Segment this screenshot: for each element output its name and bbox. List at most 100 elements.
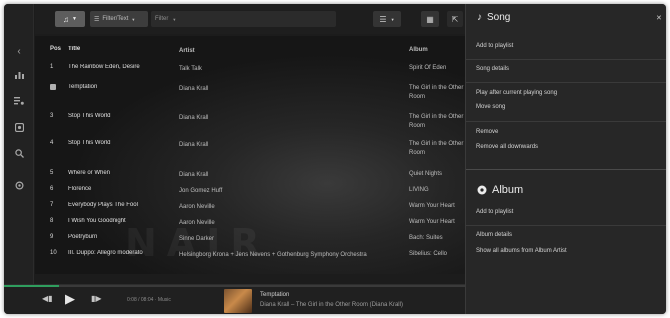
now-playing-icon bbox=[50, 84, 64, 92]
menu-item-add-album-to-playlist[interactable]: Add to playlist bbox=[476, 209, 513, 215]
menu-item-remove[interactable]: Remove bbox=[476, 129, 498, 135]
row-artist: Aaron Neville bbox=[179, 220, 215, 226]
filter-icon: ☰ bbox=[94, 16, 100, 23]
filter-chip[interactable]: ☰ Filter/Text ▼ bbox=[90, 11, 148, 27]
context-menu-panel: ♪ Song ✕ Add to playlist Song details Pl… bbox=[465, 4, 666, 314]
row-album: Warm Your Heart bbox=[409, 219, 455, 225]
expand-icon: ⇱ bbox=[451, 14, 459, 24]
album-cover[interactable] bbox=[224, 289, 252, 313]
progress-fill bbox=[4, 285, 60, 287]
chevron-down-icon: ▼ bbox=[172, 16, 177, 22]
menu-item-show-all-albums[interactable]: Show all albums from Album Artist bbox=[476, 248, 567, 254]
menu-button[interactable]: ♫ ▼ bbox=[55, 11, 85, 27]
chart-icon[interactable] bbox=[4, 66, 34, 84]
columns-icon: ▦ bbox=[426, 14, 434, 24]
album-section-header: Album bbox=[477, 184, 523, 196]
expand-button[interactable]: ⇱ bbox=[447, 11, 463, 27]
close-icon[interactable]: ✕ bbox=[656, 14, 662, 22]
filter-chip-label: Filter/Text bbox=[102, 16, 129, 22]
divider bbox=[466, 121, 666, 122]
row-title: Florence bbox=[68, 186, 92, 192]
song-section-header: ♪ Song bbox=[477, 12, 510, 23]
row-title: Where or When bbox=[68, 170, 111, 176]
row-album: The Girl in the Other Room bbox=[409, 114, 464, 129]
menu-item-remove-all-downwards[interactable]: Remove all downwards bbox=[476, 144, 538, 150]
column-header-artist[interactable]: Artist bbox=[179, 46, 399, 57]
library-icon[interactable] bbox=[4, 118, 34, 136]
track-table: NAIR Pos Title Artist Album 1 The Rainbo… bbox=[35, 36, 465, 274]
row-title: Temptation bbox=[68, 84, 98, 90]
play-icon[interactable]: ▶ bbox=[65, 291, 75, 307]
row-title: Stop This World bbox=[68, 140, 111, 146]
search-input[interactable]: Filter ▼ bbox=[151, 11, 336, 27]
column-header-album[interactable]: Album bbox=[409, 46, 465, 55]
row-pos: 8 bbox=[50, 218, 54, 224]
column-header-title[interactable]: Title bbox=[68, 46, 173, 52]
row-album: LIVING bbox=[409, 187, 429, 193]
row-pos: 9 bbox=[50, 234, 54, 240]
row-title: III. Duppo: Allegro moderato bbox=[68, 250, 143, 256]
row-pos: 5 bbox=[50, 170, 54, 176]
row-album: Sibelius: Cello bbox=[409, 251, 448, 257]
row-title: Everybody Plays The Fool bbox=[68, 202, 138, 208]
row-artist: Diana Krall bbox=[179, 86, 209, 92]
skip-back-icon[interactable]: ◀▮ bbox=[42, 294, 53, 303]
back-arrow-icon[interactable]: ‹ bbox=[4, 42, 34, 60]
table-header: Pos Title Artist Album bbox=[35, 46, 465, 56]
chevron-down-icon: ▼ bbox=[390, 16, 395, 22]
menu-item-move-song[interactable]: Move song bbox=[476, 104, 505, 110]
now-playing-title: Temptation bbox=[260, 292, 290, 298]
row-album: Warm Your Heart bbox=[409, 203, 455, 209]
queue-icon[interactable] bbox=[4, 92, 34, 110]
chevron-down-icon: ▼ bbox=[131, 16, 136, 22]
search-icon[interactable] bbox=[4, 144, 34, 162]
settings-icon[interactable] bbox=[4, 176, 34, 194]
disc-icon bbox=[477, 185, 487, 195]
row-artist: Sinne Darker bbox=[179, 236, 215, 242]
chevron-down-icon: ▼ bbox=[72, 16, 77, 22]
row-pos: 3 bbox=[50, 113, 54, 119]
music-note-icon: ♪ bbox=[477, 12, 482, 23]
row-title: The Rainbow Eden, Desire bbox=[68, 64, 140, 70]
now-playing-subtitle: Diana Krall – The Girl in the Other Room… bbox=[260, 302, 403, 308]
player-bar: ◀▮ ▶ ▮▶ 0:08 / 08:04 · Music Temptation … bbox=[4, 284, 465, 314]
row-pos: 7 bbox=[50, 202, 54, 208]
menu-item-album-details[interactable]: Album details bbox=[476, 232, 512, 238]
skip-forward-icon[interactable]: ▮▶ bbox=[91, 294, 102, 303]
menu-item-add-song-to-playlist[interactable]: Add to playlist bbox=[476, 43, 513, 49]
row-album: Spirit Of Eden bbox=[409, 65, 447, 71]
row-pos: 1 bbox=[50, 64, 54, 70]
section-divider bbox=[466, 169, 666, 170]
divider bbox=[466, 225, 666, 226]
row-title: I Wish You Goodnight bbox=[68, 218, 126, 224]
app-window: ‹ 108 ♫ ▼ ☰ Filter/Text ▼ Filter ▼ bbox=[4, 4, 666, 314]
music-icon: ♫ bbox=[63, 14, 70, 24]
row-title: Stop This World bbox=[68, 113, 111, 119]
song-header-label: Song bbox=[487, 12, 511, 23]
toolbar: ♫ ▼ ☰ Filter/Text ▼ Filter ▼ ☰ ▼ ▦ ⇱ bbox=[35, 4, 465, 34]
row-artist: Diana Krall bbox=[179, 115, 209, 121]
row-pos: 4 bbox=[50, 140, 54, 146]
list-icon: ☰ bbox=[379, 14, 387, 24]
row-artist: Helsingborg Krona + Jens Nevens + Gothen… bbox=[179, 252, 367, 258]
row-artist: Talk Talk bbox=[179, 66, 202, 72]
menu-item-song-details[interactable]: Song details bbox=[476, 66, 509, 72]
row-album: Bach: Suites bbox=[409, 235, 443, 241]
row-pos: 10 bbox=[50, 250, 57, 256]
row-album: Quiet Nights bbox=[409, 171, 443, 177]
row-title: Poetryburn bbox=[68, 234, 98, 240]
divider bbox=[466, 82, 666, 83]
time-readout: 0:08 / 08:04 · Music bbox=[127, 297, 171, 303]
menu-item-play-after-current[interactable]: Play after current playing song bbox=[476, 90, 557, 96]
row-artist: Jon Gomez Huff bbox=[179, 188, 223, 194]
divider bbox=[466, 59, 666, 60]
row-artist: Diana Krall bbox=[179, 142, 209, 148]
view-mode-button[interactable]: ☰ ▼ bbox=[373, 11, 401, 27]
search-placeholder: Filter bbox=[155, 16, 169, 22]
nav-rail: ‹ 108 bbox=[4, 4, 48, 284]
row-artist: Aaron Neville bbox=[179, 204, 215, 210]
column-header-pos[interactable]: Pos bbox=[50, 46, 64, 52]
progress-bar[interactable] bbox=[4, 285, 465, 287]
row-artist: Diana Krall bbox=[179, 172, 209, 178]
columns-button[interactable]: ▦ bbox=[421, 11, 439, 27]
